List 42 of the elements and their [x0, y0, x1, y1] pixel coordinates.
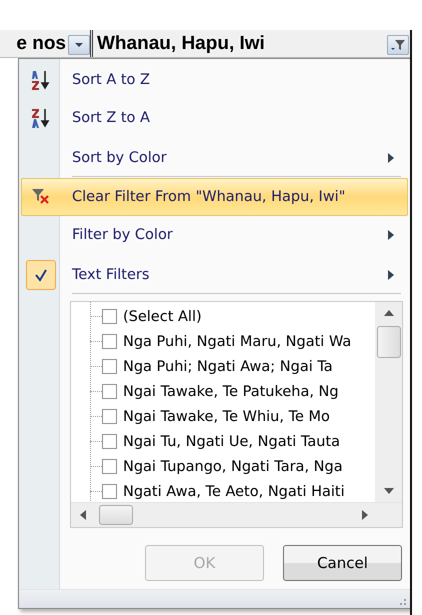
list-item-label[interactable]: (Select All) [123, 308, 202, 324]
checkbox[interactable] [102, 434, 117, 449]
menu-item[interactable]: Clear Filter From "Whanau, Hapu, Iwi" [21, 178, 408, 216]
checkbox[interactable] [102, 459, 117, 474]
checkbox[interactable] [102, 484, 117, 499]
scroll-right-icon[interactable] [362, 510, 368, 520]
checkbox[interactable] [102, 384, 117, 399]
scroll-down-icon[interactable] [384, 488, 394, 494]
checkbox[interactable] [102, 309, 117, 324]
caret-icon [74, 42, 84, 48]
submenu-arrow-icon [387, 230, 395, 240]
list-item-label[interactable]: Nga Puhi, Ngati Maru, Ngati Wa [123, 334, 352, 350]
checkbox[interactable] [102, 334, 117, 349]
submenu-arrow-icon [387, 270, 395, 280]
filter-dropdown-button[interactable] [68, 35, 90, 55]
list-item-label[interactable]: Nga Puhi; Ngati Awa; Ngai Ta [123, 358, 333, 374]
menu-item[interactable]: Sort A to Z [21, 61, 408, 99]
menu-item[interactable]: Sort Z to A [21, 99, 408, 137]
list-item-label[interactable]: Ngai Tawake, Te Whiu, Te Mo [123, 408, 330, 424]
menu-item[interactable]: Filter by Color [21, 216, 408, 254]
list-item-label[interactable]: Ngati Awa, Te Aeto, Ngati Haiti [123, 484, 345, 500]
checkbox[interactable] [102, 409, 117, 424]
sort-ascending-icon [30, 69, 52, 91]
submenu-arrow-icon [387, 152, 395, 162]
filter-icon [390, 38, 406, 52]
check-icon [34, 268, 48, 282]
scroll-thumb[interactable] [99, 505, 133, 525]
sort-descending-icon [30, 107, 52, 129]
horizontal-scrollbar[interactable] [71, 502, 402, 527]
list-item-label[interactable]: Ngai Tawake, Te Patukeha, Ng [123, 384, 339, 400]
column-header: Whanau, Hapu, Iwi [97, 33, 265, 55]
filter-dropdown-button[interactable] [387, 35, 409, 55]
scroll-thumb[interactable] [376, 326, 400, 358]
vertical-scrollbar[interactable] [375, 302, 402, 502]
column-header: e nos [16, 33, 66, 55]
list-item-label[interactable]: Ngai Tupango, Ngati Tara, Nga [123, 458, 343, 474]
cancel-button[interactable]: Cancel [283, 545, 402, 581]
scroll-up-icon[interactable] [384, 310, 394, 316]
scroll-left-icon[interactable] [80, 510, 86, 520]
resize-grip-icon[interactable] [399, 598, 407, 606]
checkbox[interactable] [102, 359, 117, 374]
list-item-label[interactable]: Ngai Tu, Ngati Ue, Ngati Tauta [123, 434, 340, 450]
